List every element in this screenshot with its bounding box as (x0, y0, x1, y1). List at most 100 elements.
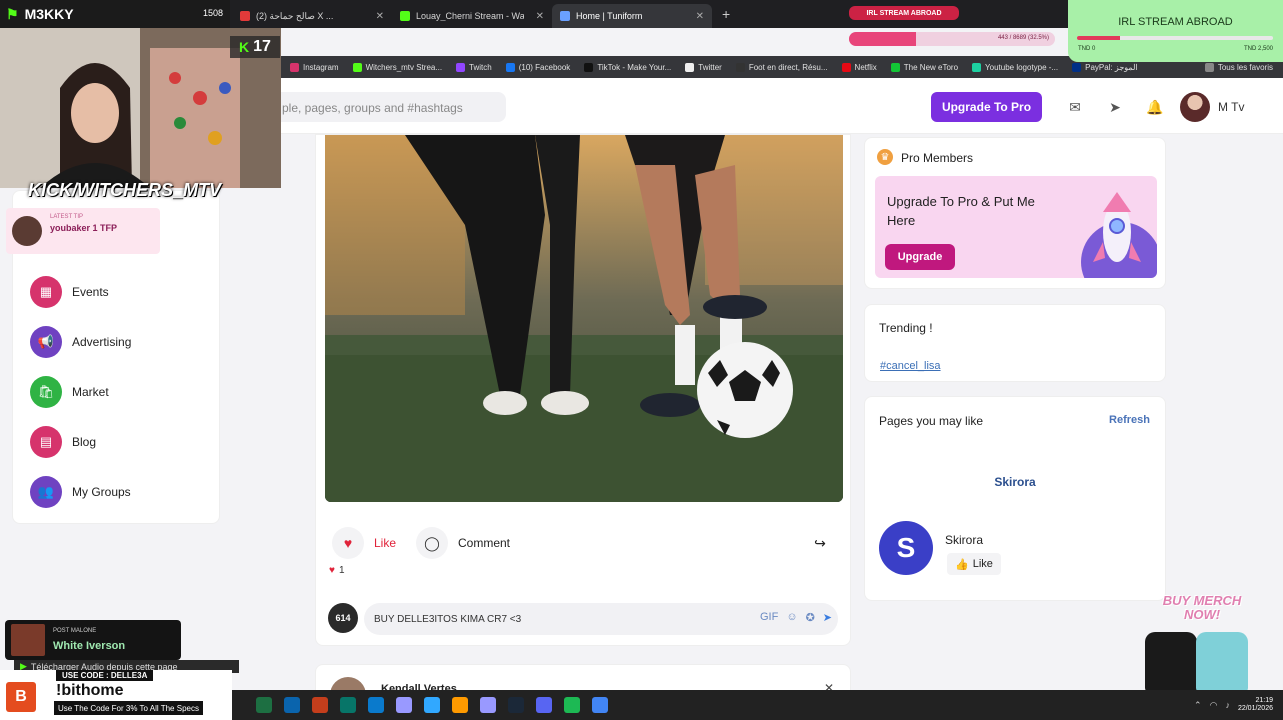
steam-icon[interactable] (508, 697, 524, 713)
bookmark-favicon-icon (290, 62, 299, 72)
post-card: ♥ Like ◯ Comment ↪ ♥ 1 614 BUY DELLE3ITO… (315, 134, 851, 646)
powerpoint-icon[interactable] (312, 697, 328, 713)
chrome-icon[interactable] (592, 697, 608, 713)
trending-hashtag[interactable]: #cancel_lisa (880, 360, 941, 372)
pro-members-widget: ♛ Pro Members Upgrade To Pro & Put Me He… (864, 137, 1166, 289)
page-like-button[interactable]: 👍 Like (947, 553, 1001, 575)
bookmark-item[interactable]: Youtube logotype -... (972, 62, 1058, 72)
avatar: 614 (328, 603, 358, 633)
tshirt-image (1145, 632, 1197, 692)
inbox-icon[interactable]: ✉ (1066, 98, 1084, 116)
discord-icon[interactable] (536, 697, 552, 713)
refresh-button[interactable]: Refresh (1109, 414, 1150, 426)
search-input[interactable]: ple, pages, groups and #hashtags (270, 92, 506, 122)
tab-label: Home | Tuniform (576, 11, 643, 21)
thumbs-up-icon: 👍 (955, 558, 969, 571)
goal-title: IRL STREAM ABROAD (1118, 16, 1233, 28)
browser-tab[interactable]: Louay_Cherni Stream - Wat ✕ (392, 4, 552, 28)
bookmark-item[interactable]: The New eToro (890, 62, 958, 72)
calendar-icon: ▦ (30, 276, 62, 308)
shopping-bag-icon: 🛍 (30, 376, 62, 408)
bookmark-item[interactable]: Twitter (685, 62, 722, 72)
emoji-icon[interactable]: ☺ (786, 611, 797, 624)
follower-count: 1508 (203, 8, 224, 18)
widget-title: Pro Members (901, 151, 974, 165)
bell-icon[interactable]: 🔔 (1146, 98, 1164, 116)
like-label: Like (374, 536, 397, 550)
close-tab-icon[interactable]: ✕ (536, 11, 544, 22)
bookmark-item[interactable]: Foot en direct, Résu... (735, 62, 828, 72)
share-icon: ↪ (804, 527, 836, 559)
sponsor-logo: B (6, 682, 36, 712)
tshirt-image (1196, 632, 1248, 692)
tab-list: صالح حماحة (2) X ... ✕ Louay_Cherni Stream… (232, 0, 712, 28)
pages-you-may-like-widget: Pages you may like Refresh Skirora S Ski… (864, 396, 1166, 601)
browser-tab[interactable]: Home | Tuniform ✕ (552, 4, 712, 28)
bookmark-item[interactable]: Twitch (456, 62, 492, 72)
avatar (12, 216, 42, 246)
rocket-icon (1081, 192, 1157, 278)
after-effects-icon[interactable] (396, 697, 412, 713)
excel-icon[interactable] (256, 697, 272, 713)
bookmark-item[interactable]: TikTok - Make Your... (584, 62, 671, 72)
sidebar-item-my-groups[interactable]: 👥 My Groups (30, 476, 131, 508)
avatar[interactable] (1180, 92, 1210, 122)
share-button[interactable]: ↪ (804, 527, 836, 559)
close-tab-icon[interactable]: ✕ (696, 11, 704, 22)
page-like-label: Like (972, 558, 993, 570)
clock[interactable]: 21:19 22/01/2026 (1238, 697, 1273, 713)
sidebar-item-advertising[interactable]: 📢 Advertising (30, 326, 131, 358)
wifi-icon[interactable]: ◠ (1210, 700, 1218, 711)
bookmark-label: Instagram (303, 62, 339, 72)
comment-composer: 614 BUY DELLE3ITOS KIMA CR7 <3 GIF ☺ ✪ ➤ (328, 603, 840, 635)
irl-progress-bar: 443 / 8689 (32.5%) (849, 32, 1055, 46)
clock-time: 21:19 (1255, 697, 1273, 704)
bookmark-item[interactable]: Netflix (841, 62, 877, 72)
upgrade-to-pro-button[interactable]: Upgrade To Pro (931, 92, 1042, 122)
bookmark-item[interactable]: PayPal: الموجز (1072, 62, 1138, 72)
irl-progress-fill (849, 32, 916, 46)
illustrator-icon[interactable] (452, 697, 468, 713)
like-count[interactable]: ♥ 1 (329, 565, 345, 576)
goal-min: TND 0 (1078, 46, 1096, 52)
outlook-icon[interactable] (284, 697, 300, 713)
sidebar-item-events[interactable]: ▦ Events (30, 276, 109, 308)
song-title: White Iverson (53, 640, 126, 652)
bookmark-item[interactable]: Tous les favoris (1204, 62, 1273, 72)
send-icon[interactable]: ➤ (1106, 98, 1124, 116)
tray-chevron-icon[interactable]: ⌃ (1194, 700, 1202, 711)
like-button[interactable]: ♥ Like (332, 527, 396, 559)
spotify-icon[interactable] (564, 697, 580, 713)
heart-icon: ♥ (329, 565, 335, 576)
bookmark-item[interactable]: Witchers_mtv Strea... (352, 62, 442, 72)
page-cover-name[interactable]: Skirora (865, 475, 1165, 489)
tab-favicon-icon (240, 11, 250, 21)
irl-progress-text: 443 / 8689 (32.5%) (997, 35, 1049, 41)
bookmark-favicon-icon (890, 62, 900, 72)
tip-label: LATEST TIP (50, 214, 84, 220)
avatar[interactable]: S (879, 521, 933, 575)
new-tab-button[interactable]: + (722, 6, 730, 22)
user-name[interactable]: M Tv (1218, 100, 1244, 114)
publisher-icon[interactable] (340, 697, 356, 713)
photoshop-icon[interactable] (424, 697, 440, 713)
browser-tab[interactable]: صالح حماحة (2) X ... ✕ (232, 4, 392, 28)
gif-icon[interactable]: GIF (760, 611, 778, 624)
sticker-icon[interactable]: ✪ (806, 611, 815, 624)
vscode-icon[interactable] (368, 697, 384, 713)
comment-button[interactable]: ◯ Comment (416, 527, 510, 559)
bookmark-item[interactable]: Instagram (290, 62, 339, 72)
sidebar-item-blog[interactable]: ▤ Blog (30, 426, 96, 458)
widget-title: Pages you may like (879, 414, 984, 428)
page-name[interactable]: Skirora (945, 533, 983, 547)
volume-icon[interactable]: ♪ (1225, 700, 1230, 710)
send-icon[interactable]: ➤ (823, 611, 832, 624)
bookmark-favicon-icon (841, 62, 851, 72)
upgrade-button[interactable]: Upgrade (885, 244, 955, 270)
bookmark-label: Twitch (469, 62, 492, 72)
sidebar-item-market[interactable]: 🛍 Market (30, 376, 109, 408)
bookmark-item[interactable]: (10) Facebook (505, 62, 570, 72)
tab-favicon-icon (400, 11, 410, 21)
close-tab-icon[interactable]: ✕ (376, 11, 384, 22)
premiere-icon[interactable] (480, 697, 496, 713)
